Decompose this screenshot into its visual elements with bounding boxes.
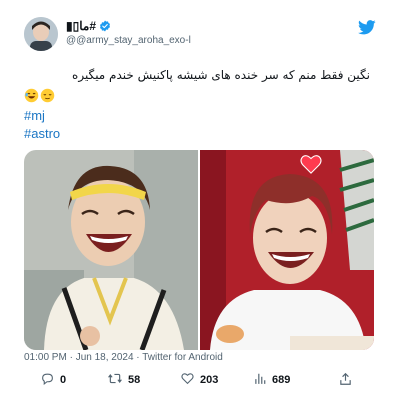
reply-button[interactable]: 0 [41, 372, 66, 388]
laughing-emoji-icon [24, 88, 39, 108]
reply-icon [41, 372, 54, 388]
tweet-media[interactable] [24, 150, 374, 350]
views-count: 689 [272, 374, 291, 386]
retweet-icon [108, 372, 122, 388]
share-button[interactable] [339, 372, 352, 389]
avatar[interactable] [24, 17, 58, 51]
relieved-emoji-icon [40, 88, 55, 108]
heart-sticker-icon [300, 154, 322, 179]
hashtag-mj[interactable]: #mj [24, 108, 45, 123]
tweet-source[interactable]: Twitter for Android [142, 352, 223, 363]
media-photo-left[interactable] [24, 150, 198, 350]
hashtag-astro[interactable]: #astro [24, 126, 60, 141]
twitter-bird-icon [358, 20, 376, 40]
emoji-row [24, 88, 55, 108]
tweet-date: Jun 18, 2024 [75, 352, 134, 363]
tweet-text: نگین فقط منم که سر خنده های شیشه پاکنیش … [72, 68, 370, 82]
verified-badge-icon [99, 20, 111, 32]
media-photo-right[interactable] [200, 150, 374, 350]
tweet-actions: 0 58 203 689 [0, 372, 400, 390]
retweet-button[interactable]: 58 [108, 372, 140, 388]
display-name-row[interactable]: ▮▯ما# [66, 19, 111, 33]
account-handle[interactable]: @@army_stay_aroha_exo-l [66, 35, 191, 46]
like-count: 203 [200, 374, 219, 386]
display-name: ▮▯ما# [66, 19, 96, 33]
views-button[interactable]: 689 [254, 372, 290, 388]
reply-count: 0 [60, 374, 67, 386]
like-button[interactable]: 203 [181, 372, 218, 388]
tweet-time: 01:00 PM [24, 352, 67, 363]
retweet-count: 58 [128, 374, 141, 386]
heart-icon [181, 372, 194, 388]
tweet-meta: 01:00 PM · Jun 18, 2024 · Twitter for An… [24, 352, 223, 363]
share-icon [339, 372, 352, 389]
views-icon [254, 372, 266, 388]
